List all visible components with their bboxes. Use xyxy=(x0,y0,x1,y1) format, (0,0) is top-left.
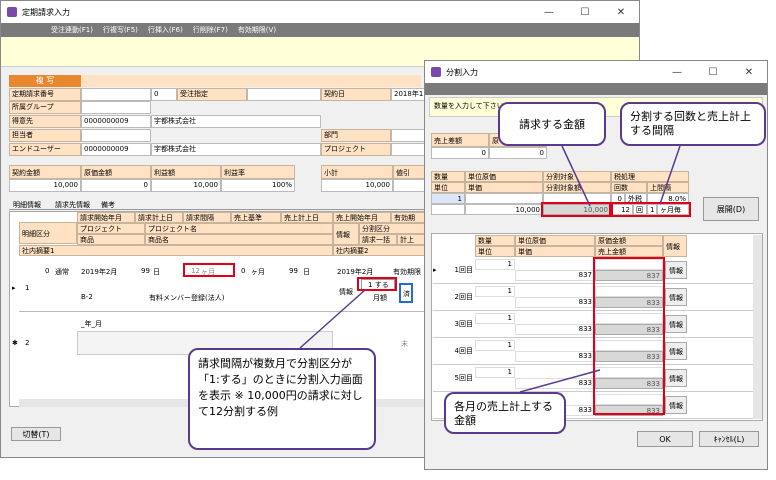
callout-pointers xyxy=(299,145,681,393)
